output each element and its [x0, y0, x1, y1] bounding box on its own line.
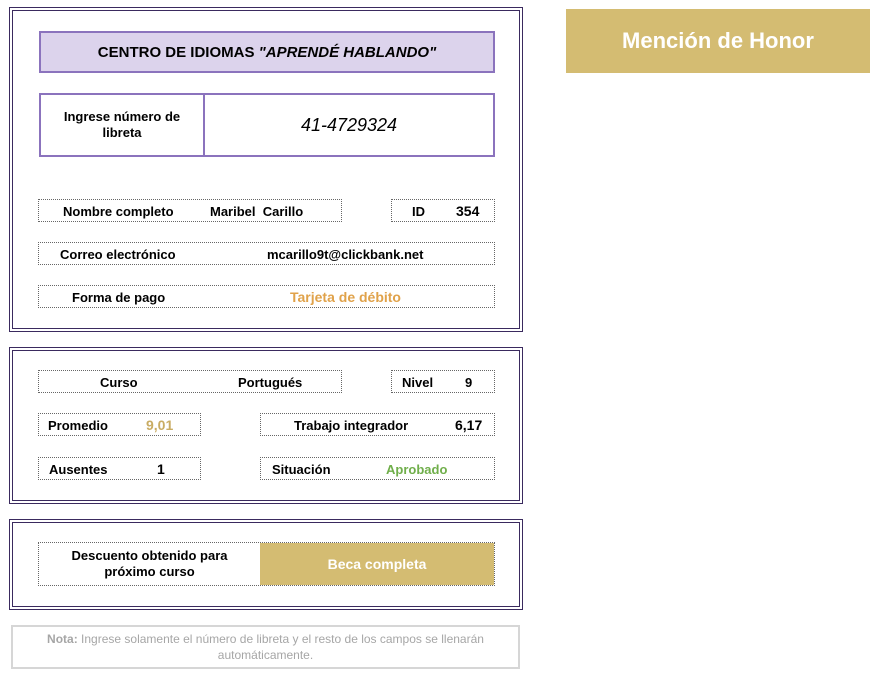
id-value: 354: [456, 203, 480, 219]
discount-label: Descuento obtenido para próximo curso: [39, 543, 260, 585]
project-value: 6,17: [455, 417, 483, 433]
project-field: Trabajo integrador 6,17: [260, 413, 495, 436]
level-value: 9: [465, 375, 473, 390]
libreta-box: Ingrese número de libreta 41-4729324: [39, 93, 495, 157]
discount-label-line2: próximo curso: [104, 564, 195, 579]
absences-label: Ausentes: [49, 462, 108, 477]
status-label: Situación: [272, 462, 331, 477]
absences-value: 1: [157, 461, 165, 477]
absences-field: Ausentes 1: [38, 457, 201, 480]
student-info-panel: CENTRO DE IDIOMAS "APRENDÉ HABLANDO" Ing…: [9, 7, 523, 332]
id-field: ID 354: [391, 199, 495, 222]
average-field: Promedio 9,01: [38, 413, 201, 436]
discount-label-line1: Descuento obtenido para: [71, 548, 228, 563]
status-field: Situación Aprobado: [260, 457, 495, 480]
course-value: Portugués: [238, 375, 303, 390]
discount-panel: Descuento obtenido para próximo curso Be…: [9, 519, 523, 610]
average-value: 9,01: [146, 417, 174, 433]
libreta-label-line2: libreta: [102, 125, 142, 140]
level-label: Nivel: [402, 375, 434, 390]
email-value: mcarillo9t@clickbank.net: [267, 247, 424, 262]
title-italic: "APRENDÉ HABLANDO": [258, 43, 437, 61]
course-field: Curso Portugués: [38, 370, 342, 393]
title-plain: CENTRO DE IDIOMAS: [97, 43, 259, 61]
note-text: Ingrese solamente el número de libreta y…: [77, 632, 484, 662]
payment-label: Forma de pago: [72, 290, 166, 305]
discount-value: Beca completa: [260, 543, 494, 585]
email-field: Correo electrónico mcarillo9t@clickbank.…: [38, 242, 495, 265]
page-title: CENTRO DE IDIOMAS "APRENDÉ HABLANDO": [39, 31, 495, 73]
course-label: Curso: [100, 375, 138, 390]
name-field: Nombre completo Maribel Carillo: [38, 199, 342, 222]
status-value: Aprobado: [386, 462, 448, 477]
libreta-label: Ingrese número de libreta: [41, 95, 205, 155]
libreta-label-line1: Ingrese número de: [63, 109, 181, 124]
discount-field: Descuento obtenido para próximo curso Be…: [38, 542, 495, 586]
payment-value: Tarjeta de débito: [290, 289, 401, 305]
honor-mention-badge: Mención de Honor: [566, 9, 870, 73]
name-value: Maribel Carillo: [210, 204, 304, 219]
payment-field: Forma de pago Tarjeta de débito: [38, 285, 495, 308]
level-field: Nivel 9: [391, 370, 495, 393]
note-prefix: Nota:: [47, 632, 78, 646]
email-label: Correo electrónico: [60, 247, 176, 262]
note-box: Nota: Ingrese solamente el número de lib…: [11, 625, 520, 669]
project-label: Trabajo integrador: [294, 418, 409, 433]
name-label: Nombre completo: [63, 204, 174, 219]
average-label: Promedio: [48, 418, 108, 433]
libreta-input[interactable]: 41-4729324: [205, 95, 493, 155]
course-panel: Curso Portugués Nivel 9 Promedio 9,01 Tr…: [9, 347, 523, 504]
id-label: ID: [412, 204, 425, 219]
